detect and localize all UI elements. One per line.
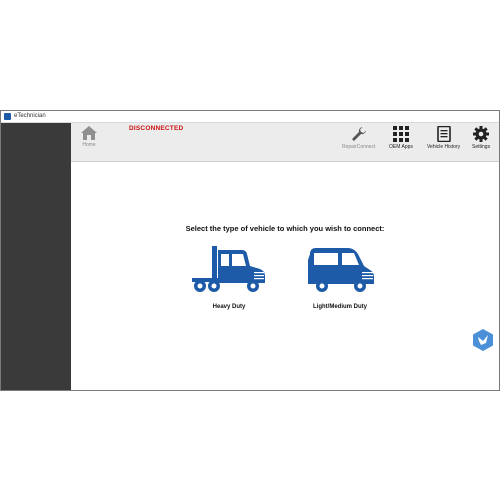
document-icon xyxy=(436,126,451,142)
window-title: eTechnician xyxy=(14,113,46,119)
wrench-icon xyxy=(352,127,366,141)
bird-logo-icon xyxy=(473,329,493,351)
toolbar: Home DISCONNECTED RepairConnect OEM Apps xyxy=(71,123,499,162)
sidebar xyxy=(1,123,71,390)
heavy-duty-option[interactable]: Heavy Duty xyxy=(190,244,268,310)
home-button[interactable]: Home xyxy=(81,126,97,148)
title-bar: eTechnician xyxy=(1,111,499,123)
grid-icon xyxy=(392,126,409,142)
light-medium-duty-label: Light/Medium Duty xyxy=(313,304,367,310)
connection-status: DISCONNECTED xyxy=(129,125,184,132)
gear-icon xyxy=(473,126,490,142)
assistant-button[interactable] xyxy=(471,328,495,352)
light-medium-duty-option[interactable]: Light/Medium Duty xyxy=(304,244,376,310)
heavy-duty-label: Heavy Duty xyxy=(212,304,246,310)
repair-connect-button[interactable]: RepairConnect xyxy=(342,126,375,150)
main-content: Select the type of vehicle to which you … xyxy=(71,162,499,390)
home-label: Home xyxy=(82,142,96,148)
oem-apps-button[interactable]: OEM Apps xyxy=(389,126,413,150)
vehicle-history-label: Vehicle History xyxy=(427,144,461,150)
vehicle-type-prompt: Select the type of vehicle to which you … xyxy=(185,224,385,233)
app-window: eTechnician Home DISCONNECTED RepairConn… xyxy=(0,110,500,391)
van-icon xyxy=(308,248,374,292)
semi-truck-icon xyxy=(192,246,265,292)
settings-label: Settings xyxy=(472,144,491,150)
repair-connect-label: RepairConnect xyxy=(342,144,376,150)
oem-apps-label: OEM Apps xyxy=(389,144,413,150)
settings-button[interactable]: Settings xyxy=(472,126,490,150)
vehicle-history-button[interactable]: Vehicle History xyxy=(427,126,460,150)
home-icon xyxy=(81,126,97,140)
app-icon xyxy=(4,113,11,120)
